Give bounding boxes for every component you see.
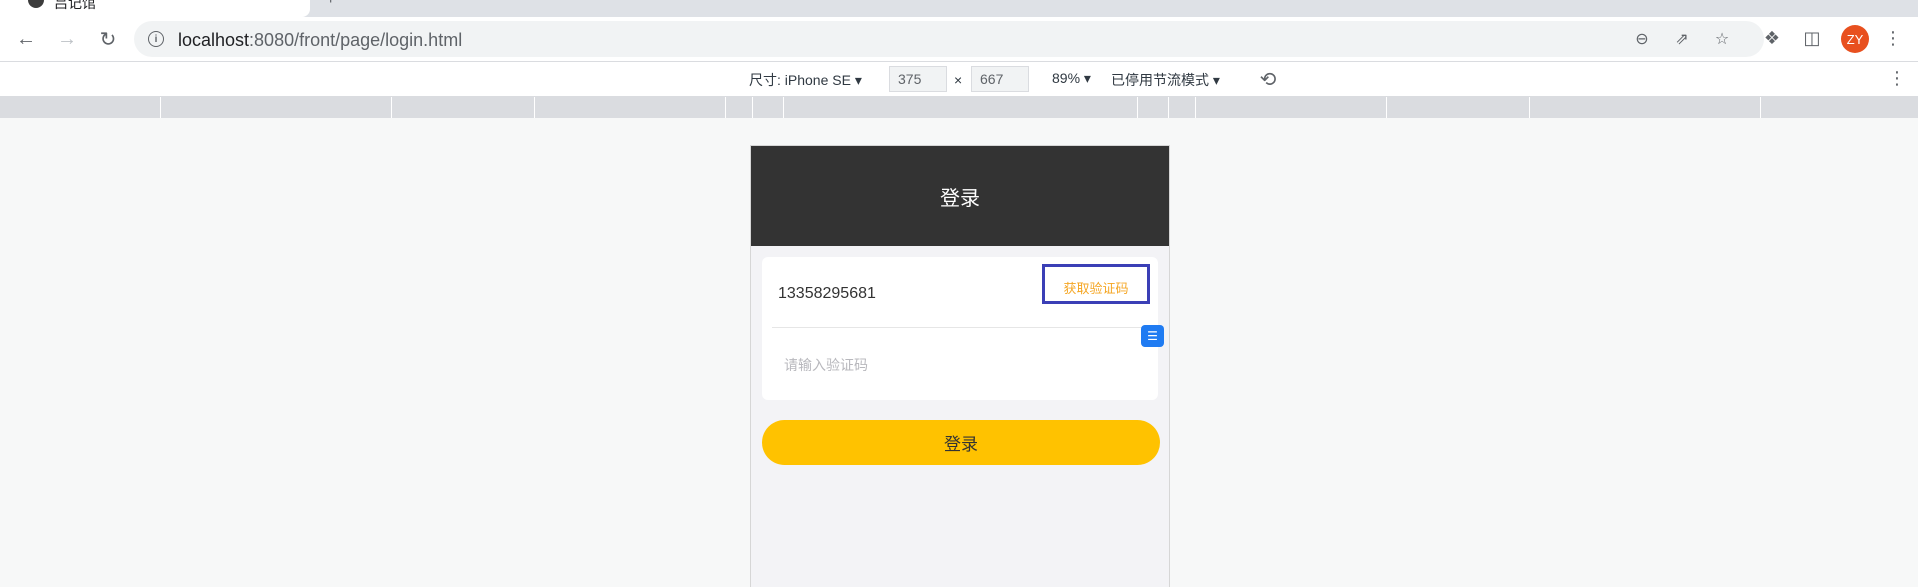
reload-icon: ↻	[99, 28, 117, 51]
zoom-label: 89%	[1052, 70, 1081, 86]
ruler-mark	[1386, 97, 1387, 118]
login-form: 获取验证码 ☰	[762, 257, 1164, 400]
reload-button[interactable]: ↻	[96, 27, 120, 51]
ruler-mark	[1137, 97, 1138, 118]
height-input[interactable]: 667	[971, 66, 1029, 92]
login-button-label: 登录	[944, 435, 978, 454]
ruler-mark	[160, 97, 161, 118]
share-icon[interactable]: ⇗	[1672, 29, 1692, 49]
device-label: 尺寸: iPhone SE	[749, 72, 851, 88]
ruler-mark	[1195, 97, 1196, 118]
info-icon[interactable]: i	[148, 31, 164, 47]
kebab-menu-icon[interactable]: ⋮	[1882, 27, 1904, 49]
get-code-button[interactable]: 获取验证码	[1042, 264, 1150, 304]
tab-title: 吕记馆	[54, 0, 96, 11]
ruler-mark	[752, 97, 753, 118]
avatar[interactable]: ZY	[1841, 25, 1869, 53]
favicon-icon	[28, 0, 44, 8]
star-icon[interactable]: ☆	[1712, 29, 1732, 49]
width-input[interactable]: 375	[889, 66, 947, 92]
dimension-separator: ×	[954, 72, 963, 88]
side-panel-icon[interactable]: ◫	[1801, 27, 1823, 49]
url-host: localhost	[178, 30, 250, 50]
ruler-mark	[725, 97, 726, 118]
ruler-mark	[534, 97, 535, 118]
throttle-label: 已停用节流模式	[1111, 72, 1209, 88]
tab-strip: 吕记馆 +	[0, 0, 1918, 17]
app-header: 登录	[751, 146, 1169, 246]
login-button[interactable]: 登录	[762, 420, 1160, 465]
url-text[interactable]: localhost:8080/front/page/login.html	[178, 30, 462, 51]
browser-tab[interactable]: 吕记馆	[0, 0, 310, 17]
ruler-mark	[391, 97, 392, 118]
browser-toolbar: ← → ↻ i localhost:8080/front/page/login.…	[0, 17, 1918, 61]
rotate-icon[interactable]: ⟲	[1256, 67, 1280, 91]
page-title: 登录	[940, 187, 980, 210]
new-tab-icon[interactable]: +	[326, 0, 342, 8]
zoom-out-icon[interactable]: ⊖	[1632, 29, 1652, 49]
ruler-mark	[1529, 97, 1530, 118]
ruler-mark	[1760, 97, 1761, 118]
translate-extension-icon[interactable]: ☰	[1141, 325, 1164, 347]
ruler-mark	[1168, 97, 1169, 118]
arrow-right-icon: →	[57, 27, 77, 50]
device-select[interactable]: 尺寸: iPhone SE ▾	[749, 70, 862, 90]
more-options-icon[interactable]: ⋮	[1888, 68, 1906, 89]
address-bar[interactable]: i localhost:8080/front/page/login.html ⊖…	[134, 21, 1764, 57]
device-viewport: 登录 获取验证码 ☰ 登录	[750, 145, 1170, 587]
get-code-label: 获取验证码	[1063, 281, 1129, 296]
throttle-select[interactable]: 已停用节流模式 ▾	[1111, 70, 1220, 90]
back-button[interactable]: ←	[14, 27, 38, 51]
puzzle-icon[interactable]: ❖	[1761, 27, 1783, 49]
arrow-left-icon: ←	[16, 27, 36, 50]
media-query-ruler[interactable]	[0, 97, 1918, 118]
ruler-mark	[783, 97, 784, 118]
avatar-initials: ZY	[1846, 31, 1864, 47]
forward-button[interactable]: →	[55, 27, 79, 51]
url-path: :8080/front/page/login.html	[249, 30, 463, 50]
zoom-select[interactable]: 89% ▾	[1052, 70, 1091, 87]
device-toolbar: 尺寸: iPhone SE ▾ 375 × 667 89% ▾ 已停用节流模式 …	[0, 61, 1918, 97]
phone-input[interactable]	[778, 280, 1038, 308]
code-input[interactable]	[784, 351, 1084, 379]
divider	[772, 327, 1148, 328]
